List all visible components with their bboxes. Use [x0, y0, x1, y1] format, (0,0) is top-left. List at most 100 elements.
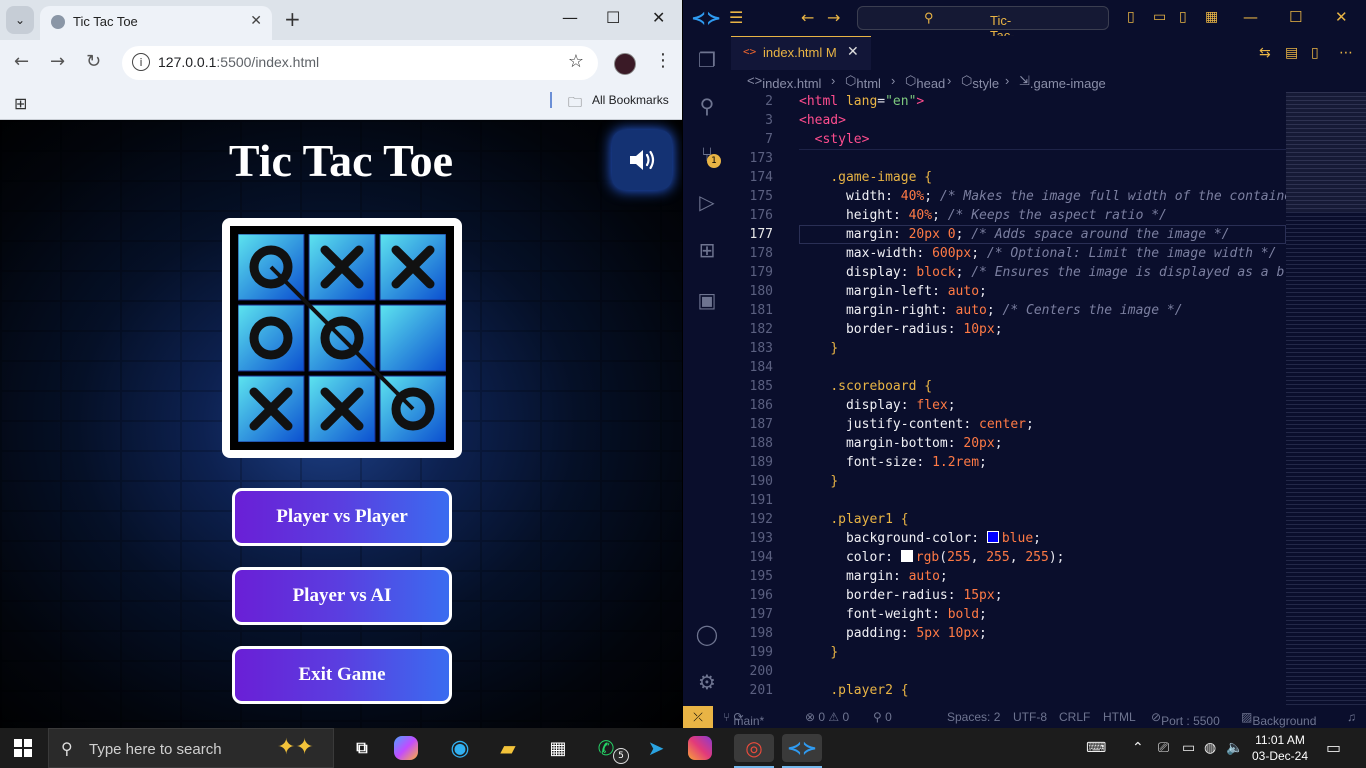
code-line[interactable]: 192 .player1 {	[731, 510, 1286, 529]
indentation-status[interactable]: Spaces: 2	[947, 710, 1000, 724]
sticky-line[interactable]: 2 <html lang="en">	[731, 92, 1286, 111]
tab-index-html[interactable]: <> index.html M ✕	[731, 36, 871, 70]
code-line[interactable]: 188 margin-bottom: 20px;	[731, 434, 1286, 453]
code-line[interactable]: 181 margin-right: auto; /* Centers the i…	[731, 301, 1286, 320]
chrome-icon[interactable]: ◎	[734, 734, 774, 762]
code-line[interactable]: 187 justify-content: center;	[731, 415, 1286, 434]
settings-gear-icon[interactable]: ⚙	[695, 670, 719, 694]
extensions-icon[interactable]: ⊞	[695, 238, 719, 262]
store-icon[interactable]: ▦	[542, 734, 574, 762]
toggle-panel-icon[interactable]: ▭	[1153, 9, 1166, 25]
accounts-icon[interactable]: ◯	[695, 622, 719, 646]
minimize-button[interactable]: —	[1243, 8, 1258, 26]
run-debug-icon[interactable]: ▷	[695, 190, 719, 214]
code-line[interactable]: 196 border-radius: 15px;	[731, 586, 1286, 605]
profile-avatar[interactable]	[614, 53, 636, 75]
notifications-icon[interactable]: ▭	[1326, 738, 1341, 757]
search-icon[interactable]: ⚲	[695, 94, 719, 118]
forward-arrow-icon[interactable]: →	[827, 8, 840, 27]
maximize-button[interactable]: ☐	[1289, 8, 1302, 26]
toggle-sidebar-icon[interactable]: ▯	[1127, 9, 1135, 25]
sticky-line[interactable]: 3 <head>	[731, 111, 1286, 130]
tab-tic-tac-toe[interactable]: Tic Tac Toe ✕	[40, 6, 272, 40]
instagram-icon[interactable]	[688, 736, 712, 760]
taskbar-search[interactable]: ⚲ Type here to search ✦✦	[48, 728, 334, 768]
back-arrow-icon[interactable]: ←	[801, 8, 814, 27]
minimap-viewport[interactable]	[1286, 92, 1366, 212]
split-editor-icon[interactable]: ▯	[1311, 45, 1319, 61]
breadcrumb-head[interactable]: ⬡ head	[905, 73, 945, 91]
close-window-button[interactable]: ✕	[652, 8, 665, 27]
bookmark-star-icon[interactable]: ☆	[568, 51, 584, 72]
vscode-taskbar-icon[interactable]: ≺≻	[782, 734, 822, 762]
tab-search-button[interactable]: ⌄	[6, 6, 34, 34]
all-bookmarks-link[interactable]: All Bookmarks	[592, 93, 669, 107]
code-line[interactable]: 191	[731, 491, 1286, 510]
code-line[interactable]: 197 font-weight: bold;	[731, 605, 1286, 624]
eol-status[interactable]: CRLF	[1059, 710, 1090, 724]
code-line[interactable]: 194 color: rgb(255, 255, 255);	[731, 548, 1286, 567]
code-line[interactable]: 184	[731, 358, 1286, 377]
open-preview-icon[interactable]: ▤	[1285, 45, 1298, 61]
apps-grid-icon[interactable]: ⊞	[14, 94, 27, 113]
back-arrow-icon[interactable]: ←	[14, 52, 29, 72]
tray-overflow-icon[interactable]: ⌃	[1132, 740, 1144, 756]
network-icon[interactable]: ◍	[1204, 740, 1216, 756]
minimize-button[interactable]: —	[562, 8, 578, 27]
remote-indicator[interactable]: ⤫	[683, 706, 713, 728]
code-line[interactable]: 195 margin: auto;	[731, 567, 1286, 586]
tab-close-icon[interactable]: ✕	[847, 44, 859, 60]
breadcrumb-html[interactable]: ⬡ html	[845, 73, 881, 91]
code-line[interactable]: 201 .player2 {	[731, 681, 1286, 700]
menu-icon[interactable]: ☰	[729, 8, 743, 27]
more-actions-icon[interactable]: ⋯	[1339, 45, 1353, 61]
code-line[interactable]: 177 margin: 20px 0; /* Adds space around…	[731, 225, 1286, 244]
ports-status[interactable]: ⚲ 0	[873, 710, 892, 724]
copilot-icon[interactable]	[394, 736, 418, 760]
meet-now-icon[interactable]: ⎚	[1158, 740, 1169, 756]
breadcrumb-file[interactable]: <> index.html	[747, 73, 821, 91]
code-line[interactable]: 200	[731, 662, 1286, 681]
windows-start-icon[interactable]	[14, 739, 32, 757]
player-vs-ai-button[interactable]: Player vs AI	[232, 567, 452, 625]
more-menu-icon[interactable]: ⋮	[654, 50, 672, 71]
code-line[interactable]: 176 height: 40%; /* Keeps the aspect rat…	[731, 206, 1286, 225]
command-center[interactable]: ⚲ Tic-Tac-Toe-Game!	[857, 6, 1109, 73]
telegram-icon[interactable]: ➤	[640, 734, 672, 762]
code-line[interactable]: 185 .scoreboard {	[731, 377, 1286, 396]
problems-status[interactable]: ⊗ 0 ⚠ 0	[805, 710, 849, 724]
battery-icon[interactable]: ▭	[1182, 740, 1195, 756]
tab-close-icon[interactable]: ✕	[250, 13, 262, 29]
breadcrumb-selector[interactable]: ⇲ .game-image	[1019, 73, 1106, 91]
open-changes-icon[interactable]: ⇆	[1259, 45, 1271, 61]
encoding-status[interactable]: UTF-8	[1013, 710, 1047, 724]
system-clock[interactable]: 11:01 AM 03-Dec-24	[1248, 732, 1312, 764]
explorer-icon[interactable]: ❐	[695, 48, 719, 72]
code-line[interactable]: 183 }	[731, 339, 1286, 358]
branch-status[interactable]: ⑂ main* ⟳	[723, 710, 764, 728]
new-tab-button[interactable]: +	[284, 8, 301, 30]
sticky-line[interactable]: 7 <style>	[731, 130, 1286, 149]
background-status[interactable]: ▨ Background	[1241, 710, 1316, 728]
remote-explorer-icon[interactable]: ▣	[695, 288, 719, 312]
sound-toggle-button[interactable]	[612, 130, 672, 190]
code-line[interactable]: 178 max-width: 600px; /* Optional: Limit…	[731, 244, 1286, 263]
maximize-button[interactable]: ☐	[606, 8, 620, 27]
code-line[interactable]: 198 padding: 5px 10px;	[731, 624, 1286, 643]
live-server-status[interactable]: ⊘ Port : 5500	[1151, 710, 1220, 728]
toggle-secondary-sidebar-icon[interactable]: ▯	[1179, 9, 1187, 25]
notifications-icon[interactable]: ♫	[1347, 710, 1356, 724]
code-line[interactable]: 190 }	[731, 472, 1286, 491]
folder-icon[interactable]: 🗀	[568, 92, 582, 116]
player-vs-player-button[interactable]: Player vs Player	[232, 488, 452, 546]
language-status[interactable]: HTML	[1103, 710, 1136, 724]
volume-icon[interactable]: 🔈	[1226, 740, 1243, 756]
keyboard-icon[interactable]: ⌨	[1086, 740, 1106, 756]
task-view-icon[interactable]: ⧉	[346, 734, 378, 762]
customize-layout-icon[interactable]: ▦	[1205, 9, 1218, 25]
code-line[interactable]: 186 display: flex;	[731, 396, 1286, 415]
address-bar[interactable]: i 127.0.0.1:5500/index.html ☆	[122, 46, 598, 80]
edge-icon[interactable]: ◉	[444, 734, 476, 762]
code-line[interactable]: 193 background-color: blue;	[731, 529, 1286, 548]
exit-game-button[interactable]: Exit Game	[232, 646, 452, 704]
